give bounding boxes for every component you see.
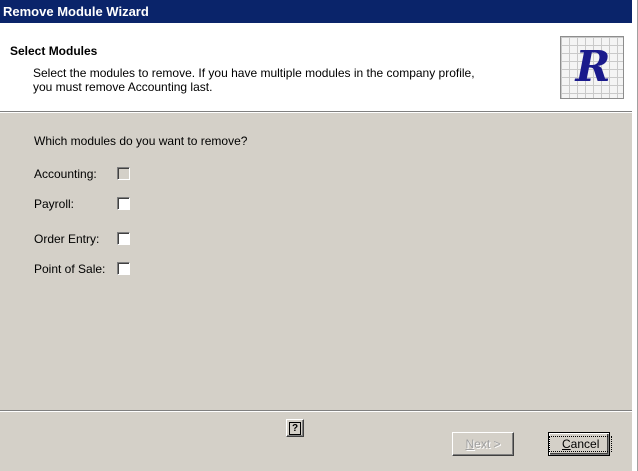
order-entry-checkbox[interactable] [117, 232, 130, 245]
wizard-footer: ? Next > Cancel [0, 412, 632, 471]
module-label-point-of-sale: Point of Sale: [34, 262, 106, 276]
remove-module-wizard-window: Remove Module Wizard Select Modules Sele… [0, 0, 638, 471]
help-icon: ? [289, 422, 301, 435]
description-line-1: Select the modules to remove. If you hav… [33, 66, 475, 80]
module-label-order-entry: Order Entry: [34, 232, 100, 246]
cancel-mnemonic: C [562, 437, 571, 451]
point-of-sale-checkbox[interactable] [117, 262, 130, 275]
next-button[interactable]: Next > [452, 432, 514, 456]
description-line-2: you must remove Accounting last. [33, 80, 213, 94]
page-title: Select Modules [10, 44, 98, 58]
title-bar: Remove Module Wizard [0, 0, 632, 23]
next-mnemonic: N [465, 437, 475, 451]
question-label: Which modules do you want to remove? [34, 134, 248, 148]
page-description: Select the modules to remove. If you hav… [33, 66, 543, 94]
help-button[interactable]: ? [286, 419, 304, 437]
cancel-label: ancel [570, 437, 600, 451]
cancel-focus-rect: Cancel [549, 436, 613, 452]
accounting-checkbox[interactable] [117, 167, 130, 180]
next-label: ext > [474, 437, 501, 451]
module-label-accounting: Accounting: [34, 167, 97, 181]
wizard-header: Select Modules Select the modules to rem… [0, 23, 632, 111]
app-logo: R [560, 36, 624, 99]
wizard-body: Which modules do you want to remove? Acc… [0, 113, 632, 410]
logo-letter: R [575, 42, 611, 91]
payroll-checkbox[interactable] [117, 197, 130, 210]
cancel-button[interactable]: Cancel [548, 432, 613, 456]
module-label-payroll: Payroll: [34, 197, 75, 211]
